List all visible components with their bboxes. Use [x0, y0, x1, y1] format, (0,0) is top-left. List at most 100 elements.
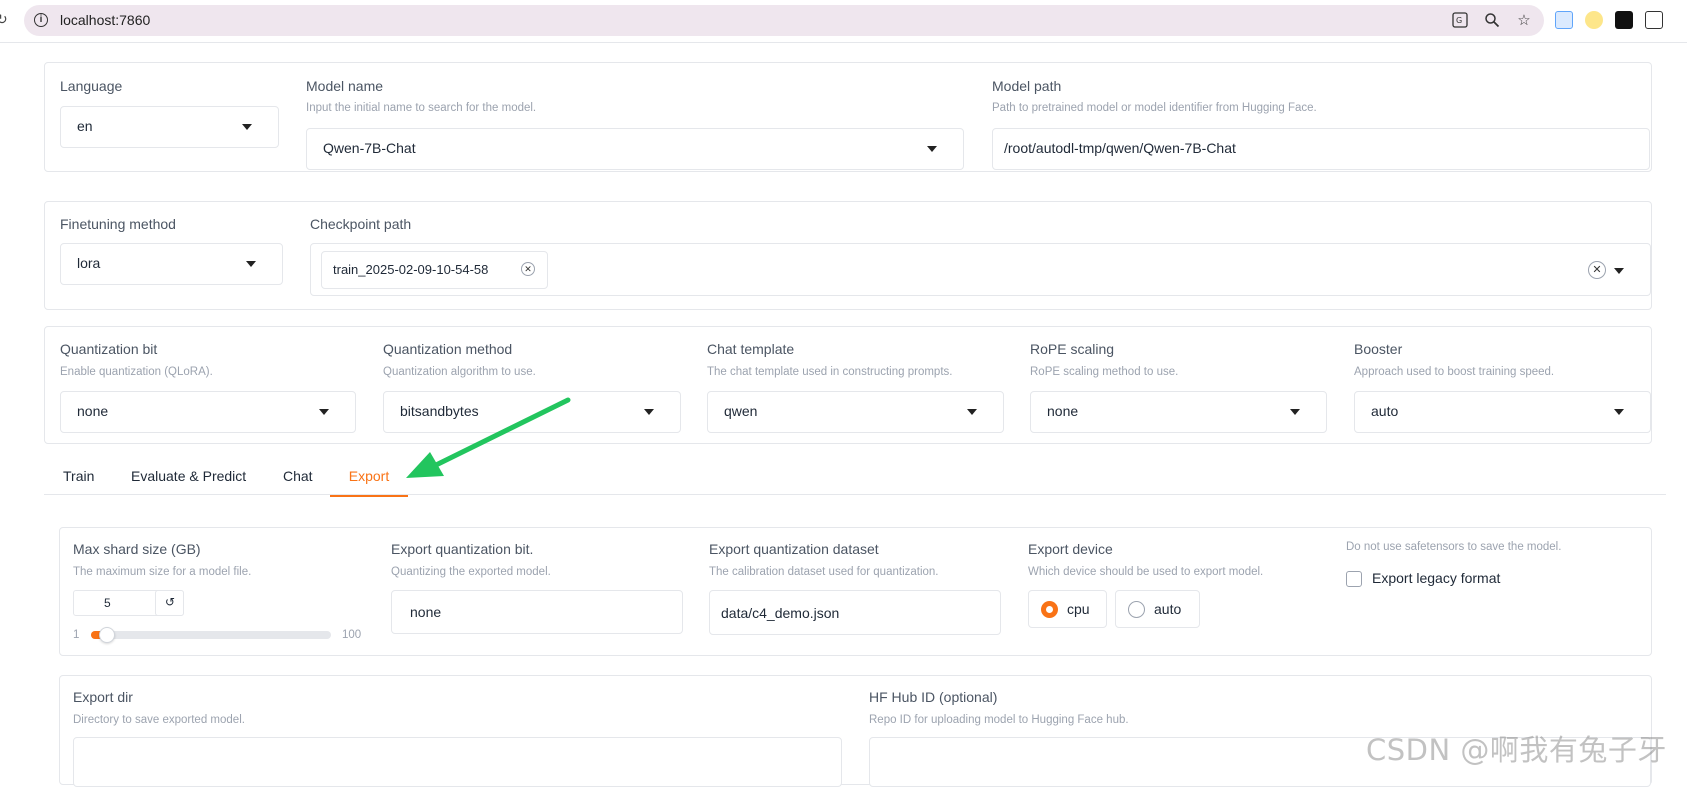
model-name-value: Qwen-7B-Chat [323, 140, 416, 156]
rope-scaling-select[interactable]: none [1030, 391, 1327, 433]
export-quantization-bit-select[interactable]: none [391, 590, 683, 634]
annotation-arrow [406, 397, 571, 478]
slider-min-label: 1 [73, 629, 80, 641]
tab-evaluate-predict[interactable]: Evaluate & Predict [131, 466, 246, 497]
finetuning-method-label: Finetuning method [60, 216, 176, 232]
rope-scaling-label: RoPE scaling [1030, 341, 1115, 357]
bookmark-star-icon[interactable]: ☆ [1514, 10, 1534, 30]
tab-train[interactable]: Train [63, 466, 94, 497]
export-dir-info: Directory to save exported model. [73, 714, 245, 726]
export-device-label: Export device [1028, 541, 1113, 557]
browser-toolbar: ↻ i localhost:7860 G ☆ [0, 0, 1687, 43]
max-shard-size-label: Max shard size (GB) [73, 541, 201, 557]
reset-icon: ↺ [165, 595, 176, 609]
export-quantization-bit-label: Export quantization bit. [391, 541, 534, 557]
translate-icon[interactable]: G [1450, 10, 1470, 30]
quantization-bit-select[interactable]: none [60, 391, 356, 433]
model-path-input[interactable]: /root/autodl-tmp/qwen/Qwen-7B-Chat [992, 128, 1650, 170]
extension-doc-icon[interactable] [1555, 11, 1573, 29]
site-info-icon[interactable]: i [34, 13, 48, 27]
max-shard-size-slider[interactable] [91, 627, 331, 643]
booster-select[interactable]: auto [1354, 391, 1651, 433]
chat-template-value: qwen [724, 403, 758, 419]
slider-max-label: 100 [342, 629, 362, 641]
address-bar[interactable]: i localhost:7860 G ☆ [24, 5, 1544, 36]
chat-template-label: Chat template [707, 341, 795, 357]
quantization-bit-value: none [77, 403, 109, 419]
export-quantization-bit-value: none [410, 604, 442, 620]
max-shard-size-info: The maximum size for a model file. [73, 566, 252, 578]
tab-export[interactable]: Export [330, 466, 408, 497]
export-legacy-info: Do not use safetensors to save the model… [1346, 541, 1562, 553]
tab-bar: Train Evaluate & Predict Chat Export [44, 462, 1666, 497]
language-label: Language [60, 78, 123, 94]
remove-chip-icon[interactable]: ✕ [521, 262, 535, 276]
chevron-down-icon [1614, 409, 1624, 415]
checkpoint-path-label: Checkpoint path [310, 216, 412, 232]
language-select[interactable]: en [60, 106, 279, 148]
export-device-option-auto[interactable]: auto [1115, 590, 1200, 628]
extensions-puzzle-icon[interactable] [1645, 11, 1663, 29]
max-shard-size-value: 5 [104, 596, 111, 610]
finetuning-method-value: lora [77, 255, 101, 271]
watermark: CSDN @啊我有兔子牙 [1366, 733, 1667, 767]
reset-button[interactable]: ↺ [155, 590, 184, 616]
profile-avatar-icon[interactable] [1585, 11, 1603, 29]
arrow-shaft [431, 397, 571, 469]
tab-chat[interactable]: Chat [283, 466, 313, 497]
url-text[interactable]: localhost:7860 [60, 12, 150, 28]
quantization-method-label: Quantization method [383, 341, 513, 357]
chevron-down-icon [319, 409, 329, 415]
export-device-info: Which device should be used to export mo… [1028, 566, 1264, 578]
clear-selection-icon[interactable]: ✕ [1588, 261, 1606, 279]
model-name-info: Input the initial name to search for the… [306, 102, 537, 114]
chevron-down-icon [967, 409, 977, 415]
export-device-option-cpu[interactable]: cpu [1028, 590, 1107, 628]
chevron-down-icon [927, 146, 937, 152]
model-name-select[interactable]: Qwen-7B-Chat [306, 128, 964, 170]
chevron-down-icon [644, 409, 654, 415]
reload-icon[interactable]: ↻ [0, 11, 8, 28]
slider-thumb[interactable] [98, 627, 115, 643]
checkpoint-chip: train_2025-02-09-10-54-58 ✕ [321, 251, 548, 289]
export-legacy-checkbox[interactable] [1346, 571, 1362, 587]
chevron-down-icon [246, 261, 256, 267]
radio-selected-icon [1041, 601, 1058, 618]
chevron-down-icon [1290, 409, 1300, 415]
booster-label: Booster [1354, 341, 1403, 357]
model-name-label: Model name [306, 78, 384, 94]
extension-chart-icon[interactable] [1615, 11, 1633, 29]
export-dir-input[interactable] [73, 737, 842, 787]
export-quantization-dataset-input[interactable]: data/c4_demo.json [709, 590, 1001, 635]
zoom-icon[interactable] [1482, 10, 1502, 30]
quantization-method-info: Quantization algorithm to use. [383, 366, 536, 378]
quantization-bit-label: Quantization bit [60, 341, 158, 357]
finetuning-method-select[interactable]: lora [60, 243, 283, 285]
model-path-value: /root/autodl-tmp/qwen/Qwen-7B-Chat [1004, 140, 1236, 156]
export-quantization-dataset-value: data/c4_demo.json [721, 605, 840, 621]
booster-value: auto [1371, 403, 1399, 419]
chevron-down-icon [242, 124, 252, 130]
export-device-cpu-label: cpu [1067, 601, 1090, 617]
hf-hub-id-label: HF Hub ID (optional) [869, 689, 998, 705]
booster-info: Approach used to boost training speed. [1354, 366, 1555, 378]
rope-scaling-value: none [1047, 403, 1079, 419]
hf-hub-id-info: Repo ID for uploading model to Hugging F… [869, 714, 1129, 726]
export-quantization-bit-info: Quantizing the exported model. [391, 566, 551, 578]
quantization-bit-info: Enable quantization (QLoRA). [60, 366, 213, 378]
checkpoint-chip-label: train_2025-02-09-10-54-58 [333, 262, 489, 277]
export-quantization-dataset-label: Export quantization dataset [709, 541, 879, 557]
export-quantization-dataset-info: The calibration dataset used for quantiz… [709, 566, 939, 578]
chat-template-select[interactable]: qwen [707, 391, 1004, 433]
model-path-info: Path to pretrained model or model identi… [992, 102, 1317, 114]
radio-unselected-icon [1128, 601, 1145, 618]
model-path-label: Model path [992, 78, 1062, 94]
language-value: en [77, 118, 93, 134]
chat-template-info: The chat template used in constructing p… [707, 366, 953, 378]
rope-scaling-info: RoPE scaling method to use. [1030, 366, 1179, 378]
svg-text:G: G [1456, 16, 1462, 25]
export-dir-label: Export dir [73, 689, 133, 705]
export-legacy-label[interactable]: Export legacy format [1372, 570, 1500, 586]
chevron-down-icon [1614, 268, 1624, 274]
export-device-auto-label: auto [1154, 601, 1182, 617]
